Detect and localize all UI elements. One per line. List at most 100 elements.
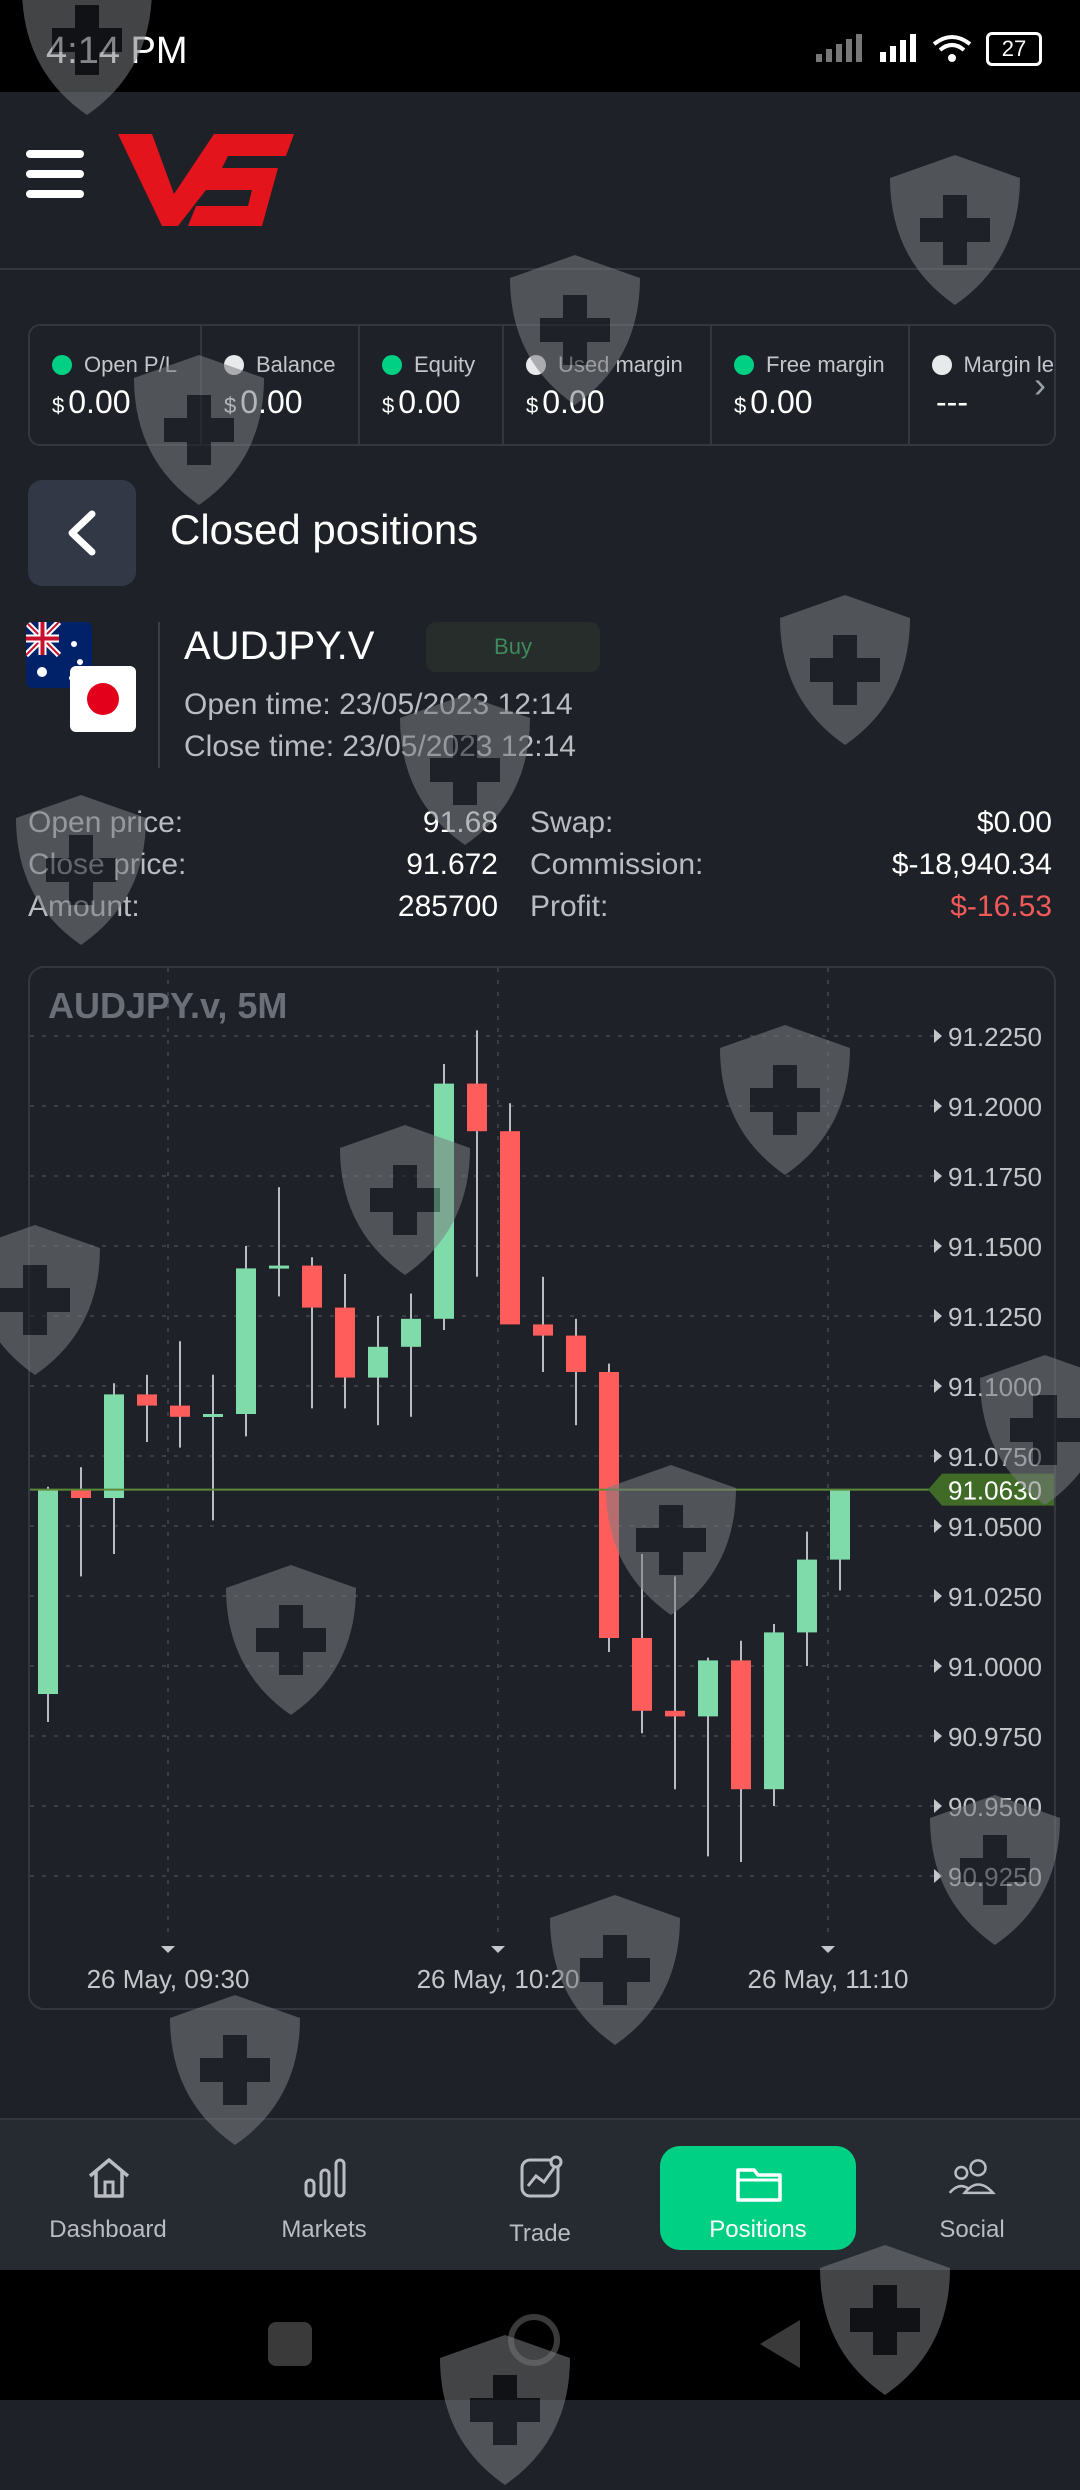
bottom-nav: Dashboard Markets Trade Positions Social <box>0 2118 1080 2272</box>
japan-flag-icon <box>70 666 136 732</box>
stat-open-pl: Open P/L $0.00 <box>30 326 202 444</box>
tick-arrow-icon <box>934 1729 942 1743</box>
account-stats-strip[interactable]: Open P/L $0.00 Balance $0.00 Equity $0.0… <box>28 324 1056 446</box>
tick-arrow-icon <box>934 1799 942 1813</box>
x-tick-label: 26 May, 09:30 <box>87 1964 250 1994</box>
candle-up <box>401 1318 421 1347</box>
side-badge: Buy <box>426 622 600 672</box>
page-title: Closed positions <box>170 506 479 553</box>
status-icons: 27 <box>814 32 1042 66</box>
y-tick-label: 91.0500 <box>948 1512 1042 1542</box>
candle-up <box>38 1489 58 1694</box>
y-tick-label: 91.2250 <box>948 1022 1042 1052</box>
candlestick-chart[interactable]: AUDJPY.v, 5M 91.225091.200091.175091.150… <box>30 968 1054 2008</box>
back-system-button[interactable] <box>760 2320 800 2368</box>
x-tick-label: 26 May, 11:10 <box>748 1964 909 1994</box>
status-time: 4:14 PM <box>46 30 188 72</box>
stat-balance: Balance $0.00 <box>202 326 360 444</box>
candle-up <box>269 1265 289 1269</box>
tick-arrow-icon <box>934 1869 942 1883</box>
tick-arrow-icon <box>934 1379 942 1393</box>
divider <box>158 622 160 768</box>
status-dot-icon <box>52 355 72 375</box>
profit-label: Profit: <box>530 890 609 923</box>
status-dot-icon <box>224 355 244 375</box>
nav-dashboard[interactable]: Dashboard <box>10 2120 206 2272</box>
nav-trade[interactable]: Trade <box>442 2120 638 2272</box>
shield-watermark-icon <box>780 595 910 745</box>
y-tick-label: 90.9250 <box>948 1862 1042 1892</box>
tick-arrow-icon <box>491 1946 505 1953</box>
close-time: Close time: 23/05/2023 12:14 <box>184 730 576 763</box>
system-nav-bar <box>0 2270 1080 2400</box>
tick-arrow-icon <box>934 1099 942 1113</box>
tick-arrow-icon <box>934 1029 942 1043</box>
candle-down <box>533 1324 553 1336</box>
candle-up <box>764 1632 784 1790</box>
candle-up <box>698 1660 718 1717</box>
tick-arrow-icon <box>934 1169 942 1183</box>
menu-icon[interactable] <box>26 150 84 200</box>
candle-down <box>665 1710 685 1717</box>
y-tick-label: 91.1750 <box>948 1162 1042 1192</box>
y-tick-label: 91.1250 <box>948 1302 1042 1332</box>
stat-margin-level: Margin le --- <box>910 326 1054 444</box>
tick-arrow-icon <box>934 1519 942 1533</box>
tick-arrow-icon <box>934 1309 942 1323</box>
app-bar <box>0 92 1080 270</box>
nav-positions[interactable]: Positions <box>660 2146 856 2250</box>
y-tick-label: 90.9750 <box>948 1722 1042 1752</box>
commission-value: $-18,940.34 <box>891 848 1052 881</box>
home-button[interactable] <box>508 2314 560 2366</box>
y-tick-label: 91.0750 <box>948 1442 1042 1472</box>
candle-up <box>104 1394 124 1498</box>
tick-arrow-icon <box>934 1589 942 1603</box>
home-icon <box>88 2158 130 2198</box>
status-dot-icon <box>932 355 952 375</box>
candle-up <box>203 1414 223 1417</box>
y-tick-label: 91.2000 <box>948 1092 1042 1122</box>
candle-up <box>434 1083 454 1319</box>
candle-down <box>632 1638 652 1711</box>
status-dot-icon <box>382 355 402 375</box>
y-tick-label: 91.1000 <box>948 1372 1042 1402</box>
nav-social[interactable]: Social <box>874 2120 1070 2272</box>
current-price-label: 91.0630 <box>948 1476 1042 1506</box>
close-price-value: 91.672 <box>406 848 498 881</box>
tick-arrow-icon <box>821 1946 835 1953</box>
chevron-right-icon[interactable]: › <box>1034 364 1046 406</box>
candle-down <box>302 1265 322 1308</box>
candle-down <box>731 1660 751 1790</box>
candle-down <box>500 1131 520 1325</box>
tick-arrow-icon <box>934 1659 942 1673</box>
y-tick-label: 91.1500 <box>948 1232 1042 1262</box>
nav-markets[interactable]: Markets <box>226 2120 422 2272</box>
commission-label: Commission: <box>530 848 704 881</box>
y-tick-label: 91.0250 <box>948 1582 1042 1612</box>
candle-up <box>797 1559 817 1633</box>
candle-down <box>566 1335 586 1372</box>
candle-up <box>368 1346 388 1378</box>
candle-down <box>170 1405 190 1417</box>
tick-arrow-icon <box>934 1449 942 1463</box>
wifi-icon <box>932 35 972 62</box>
chevron-left-icon <box>68 510 96 556</box>
social-icon <box>948 2159 996 2195</box>
stat-used-margin: Used margin $0.00 <box>504 326 712 444</box>
candle-up <box>830 1489 850 1560</box>
close-price-label: Close price: <box>28 848 187 881</box>
candle-down <box>71 1489 91 1498</box>
profit-value: $-16.53 <box>950 890 1052 923</box>
stat-equity: Equity $0.00 <box>360 326 504 444</box>
candle-down <box>599 1372 619 1638</box>
price-chart[interactable]: AUDJPY.v, 5M 91.2250 91.2000 91.1750 91.150… <box>28 966 1056 2010</box>
signal-icon <box>816 34 862 62</box>
status-dot-icon <box>526 355 546 375</box>
tick-arrow-icon <box>934 1239 942 1253</box>
brand-logo <box>118 134 294 226</box>
amount-label: Amount: <box>28 890 140 923</box>
recents-button[interactable] <box>268 2322 312 2366</box>
open-price-label: Open price: <box>28 806 184 839</box>
tick-arrow-icon <box>161 1946 175 1953</box>
back-button[interactable] <box>28 480 136 586</box>
